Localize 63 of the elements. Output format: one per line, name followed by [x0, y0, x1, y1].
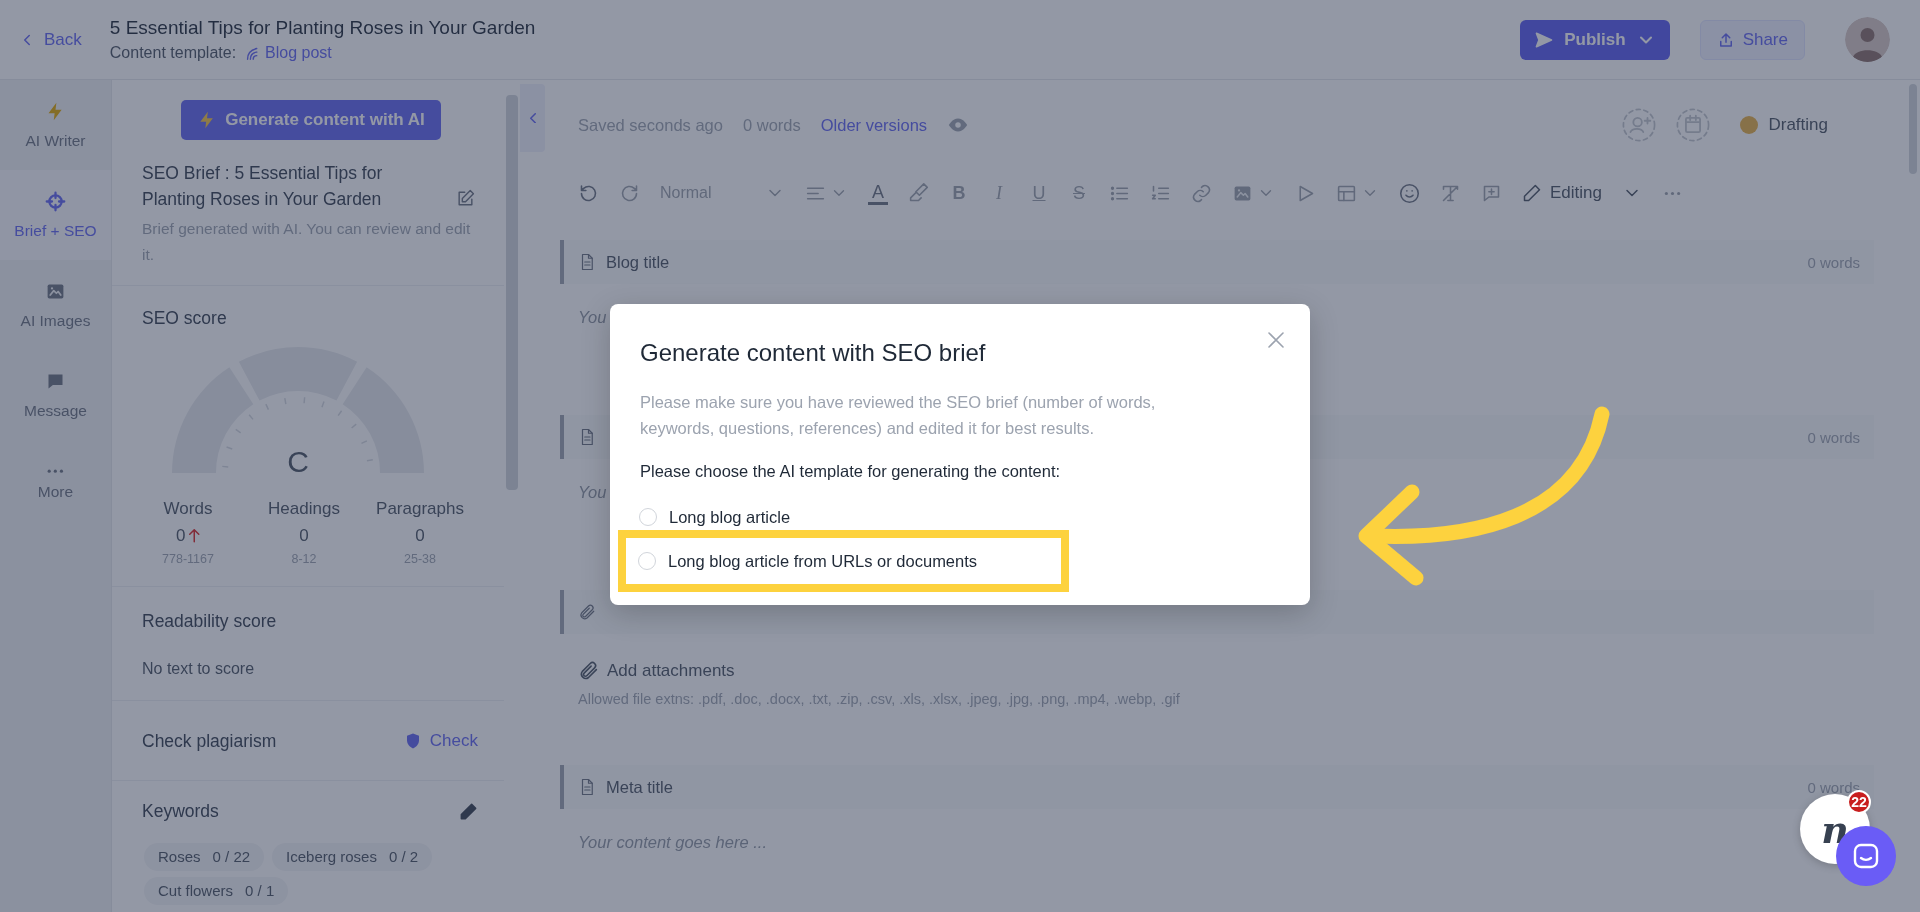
section-title: Meta title	[606, 777, 673, 797]
avatar[interactable]	[1845, 17, 1890, 62]
brief-title: SEO Brief : 5 Essential Tips for Planting Roses in Your Garden	[142, 162, 384, 211]
keyword-chip: Iceberg roses 0 / 2	[272, 843, 433, 871]
check-button[interactable]: Check	[403, 730, 478, 751]
metric-label: Headings	[267, 499, 341, 519]
keyword-chip: Cut flowers 0 / 1	[144, 877, 289, 905]
modal-note: Please make sure you have reviewed the SEO brief (number of words, keywords, questions, references) and edited it for best results.	[640, 392, 1157, 439]
back-link[interactable]: Back	[18, 29, 82, 50]
share-button[interactable]: Share	[1699, 19, 1805, 60]
text-color-button[interactable]: A	[868, 181, 888, 205]
more-icon	[47, 468, 64, 474]
section-heading: Keywords	[142, 801, 219, 821]
chevron-left-icon	[529, 112, 536, 124]
content-field[interactable]: You	[578, 483, 607, 502]
status-badge: Drafting	[1740, 115, 1828, 135]
modal-prompt: Please choose the AI template for generating the content:	[640, 461, 1062, 482]
content-field[interactable]: You	[578, 308, 607, 327]
link-icon[interactable]	[1191, 182, 1212, 204]
paperclip-icon	[578, 660, 599, 681]
metric-label: Paragraphs	[375, 499, 465, 519]
keyword-chip: Roses 0 / 22	[144, 843, 265, 871]
add-user-icon[interactable]	[1622, 108, 1657, 142]
section-heading: Check plagiarism	[142, 730, 277, 751]
section-heading: Readability score	[142, 611, 278, 631]
rail-tab[interactable]: AI Images	[0, 260, 111, 350]
edit-icon[interactable]	[456, 189, 475, 208]
metric-value: 0	[299, 526, 309, 546]
emoji-icon[interactable]	[1399, 182, 1420, 204]
rail-tab[interactable]: Brief + SEO	[0, 170, 111, 260]
modal-title: Generate content with SEO brief	[640, 338, 987, 368]
collapse-button[interactable]	[520, 84, 545, 152]
calendar-icon[interactable]	[1676, 108, 1711, 142]
paperclip-icon	[578, 603, 596, 621]
undo-icon[interactable]	[578, 182, 599, 204]
metric-value: 0	[176, 526, 186, 546]
target-icon	[45, 190, 66, 212]
radio-option[interactable]: Long blog article	[639, 504, 791, 530]
radio-option[interactable]: Long blog article from URLs or documents	[638, 548, 978, 574]
add-attachments-button[interactable]: Add attachments	[560, 634, 735, 681]
rail-tab[interactable]: AI Writer	[0, 80, 111, 170]
template-label: Content template:	[109, 44, 237, 62]
redo-icon[interactable]	[619, 182, 640, 204]
section-heading: SEO score	[142, 308, 228, 328]
content-field[interactable]: Your content goes here ...	[578, 833, 767, 852]
older-versions-link[interactable]: Older versions	[820, 115, 928, 135]
document-title: 5 Essential Tips for Planting Roses in Your Garden	[109, 17, 536, 39]
pencil-icon[interactable]	[459, 801, 478, 821]
chat-bubble-icon	[1852, 842, 1880, 870]
publish-button[interactable]: Publish	[1520, 19, 1670, 60]
score-grade: C	[287, 445, 309, 479]
generate-button[interactable]: Generate content with AI	[181, 100, 441, 140]
rail-tab[interactable]: Message	[0, 350, 111, 440]
rail-tab[interactable]: More	[0, 440, 111, 530]
mode-select[interactable]: Editing	[1522, 183, 1642, 203]
highlighter-icon[interactable]	[908, 182, 929, 204]
pencil-icon	[1522, 183, 1542, 203]
template-link[interactable]: Blog post	[244, 44, 332, 62]
send-icon	[1534, 29, 1555, 50]
section-title: Blog title	[606, 252, 670, 272]
metric-label: Words	[162, 499, 214, 519]
readability-text: No text to score	[142, 659, 256, 679]
metric-value: 0	[415, 526, 425, 546]
